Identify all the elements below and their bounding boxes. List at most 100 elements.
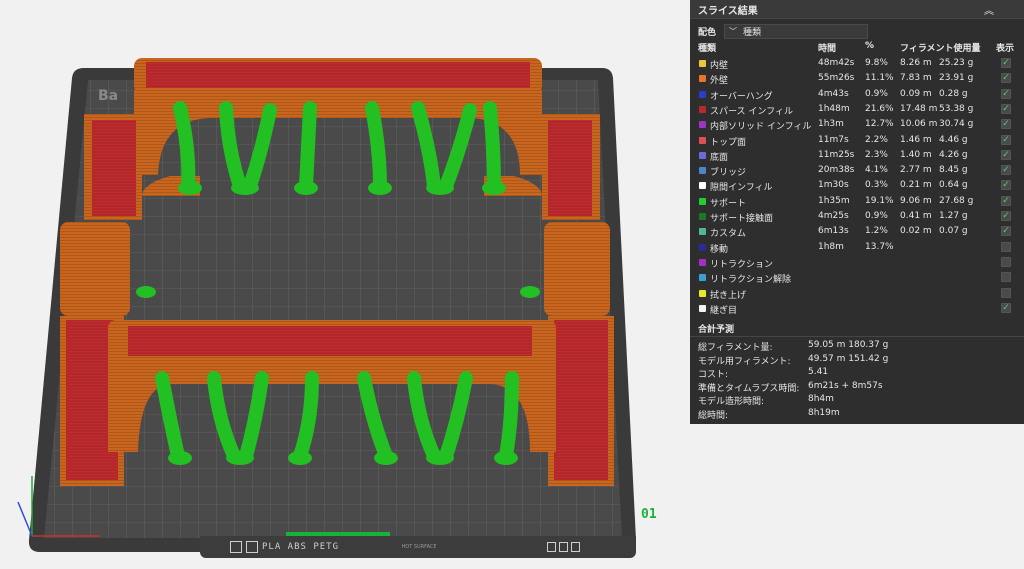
square-icon[interactable] xyxy=(559,542,568,552)
totals-label: 総時間: xyxy=(698,410,729,421)
collapse-icon[interactable]: ︽ xyxy=(984,2,994,17)
feature-time: 1h3m xyxy=(818,119,844,130)
totals-row: モデル造形時間: 8h4m xyxy=(698,394,1018,408)
feature-name: トップ面 xyxy=(710,137,747,148)
feature-meters: 10.06 m xyxy=(900,119,938,130)
totals-row: コスト: 5.41 xyxy=(698,367,1018,381)
totals-value: 49.57 m 151.42 g xyxy=(808,353,889,364)
totals-value: 8h4m xyxy=(808,394,834,404)
color-swatch xyxy=(699,121,706,129)
feature-name: リトラクション xyxy=(710,259,774,270)
feature-name: サポート接触面 xyxy=(710,214,774,224)
show-checkbox[interactable]: ✓ xyxy=(1001,195,1011,206)
color-swatch xyxy=(699,228,706,236)
totals-row: モデル用フィラメント: 49.57 m 151.42 g xyxy=(698,354,1018,368)
color-swatch xyxy=(699,258,706,266)
feature-percent: 19.1% xyxy=(865,195,894,206)
totals-row: 準備とタイムラプス時間: 6m21s + 8m57s xyxy=(698,381,1018,395)
trash-icon-2[interactable] xyxy=(571,542,580,552)
show-checkbox[interactable] xyxy=(1001,241,1011,252)
color-swatch xyxy=(699,274,706,282)
feature-row: リトラクション解除 xyxy=(690,270,1024,285)
totals-label: モデル用フィラメント: xyxy=(698,356,791,367)
header-filament: フィラメント使用量 xyxy=(900,44,981,54)
show-checkbox[interactable]: ✓ xyxy=(1001,73,1011,84)
color-swatch xyxy=(699,136,706,144)
totals-value: 6m21s + 8m57s xyxy=(808,380,883,391)
show-checkbox[interactable] xyxy=(1001,256,1011,267)
feature-name: 移動 xyxy=(710,244,729,255)
color-swatch xyxy=(699,243,706,251)
show-checkbox[interactable]: ✓ xyxy=(1001,149,1011,160)
plate-number[interactable]: 01 xyxy=(641,507,657,522)
header-time: 時間 xyxy=(818,44,837,54)
feature-grams: 53.38 g xyxy=(939,103,974,114)
feature-percent: 11.1% xyxy=(865,73,894,84)
feature-row: 隙間インフィル 1m30s 0.3% 0.21 m 0.64 g ✓ xyxy=(690,178,1024,193)
feature-grams: 27.68 g xyxy=(939,195,974,206)
feature-time: 48m42s xyxy=(818,58,855,68)
totals-value: 5.41 xyxy=(808,367,829,377)
build-plate-scene xyxy=(17,58,636,552)
show-checkbox[interactable]: ✓ xyxy=(1001,103,1011,114)
feature-percent: 13.7% xyxy=(865,241,894,252)
feature-percent: 0.9% xyxy=(865,211,888,221)
feature-meters: 8.26 m xyxy=(900,58,932,68)
show-checkbox[interactable]: ✓ xyxy=(1001,302,1011,313)
feature-grams: 4.46 g xyxy=(939,134,968,145)
show-checkbox[interactable]: ✓ xyxy=(1001,58,1011,68)
panel-title: スライス結果 xyxy=(698,5,758,17)
feature-name: 内部ソリッド インフィル xyxy=(710,122,812,133)
feature-time: 6m13s xyxy=(818,226,849,237)
feature-name: リトラクション解除 xyxy=(710,275,792,286)
show-checkbox[interactable]: ✓ xyxy=(1001,211,1011,221)
color-scheme-select[interactable]: ﹀ 種類 xyxy=(724,23,868,39)
feature-row: ブリッジ 20m38s 4.1% 2.77 m 8.45 g ✓ xyxy=(690,163,1024,178)
show-checkbox[interactable]: ✓ xyxy=(1001,119,1011,130)
color-swatch xyxy=(699,105,706,113)
feature-name: 隙間インフィル xyxy=(710,183,773,194)
feature-time: 4m25s xyxy=(818,211,849,221)
feature-time: 20m38s xyxy=(818,165,855,176)
3d-viewport[interactable]: Ba 01 PLA ABS PETG HOT SURFACE xyxy=(0,0,690,569)
model-left-clip xyxy=(60,222,130,316)
feature-row: 拭き上げ xyxy=(690,286,1024,301)
feature-meters: 1.40 m xyxy=(900,149,932,160)
show-checkbox[interactable] xyxy=(1001,287,1011,298)
feature-grams: 30.74 g xyxy=(939,119,974,130)
feature-meters: 0.02 m xyxy=(900,226,932,237)
feature-time: 1h8m xyxy=(818,241,844,252)
plate-label: Ba xyxy=(98,88,119,104)
feature-time: 4m43s xyxy=(818,88,849,99)
feature-meters: 0.41 m xyxy=(900,211,932,221)
feature-name: 内壁 xyxy=(710,61,729,71)
feature-row: スパース インフィル 1h48m 21.6% 17.48 m 53.38 g ✓ xyxy=(690,102,1024,117)
show-checkbox[interactable]: ✓ xyxy=(1001,88,1011,99)
totals-title: 合計予測 xyxy=(698,325,735,335)
feature-row: 底面 11m25s 2.3% 1.40 m 4.26 g ✓ xyxy=(690,148,1024,163)
totals-row: 総フィラメント量: 59.05 m 180.37 g xyxy=(698,340,1018,354)
logo-icon xyxy=(230,541,242,553)
header-type: 種類 xyxy=(698,44,717,54)
feature-name: 拭き上げ xyxy=(710,290,747,301)
feature-grams: 0.64 g xyxy=(939,180,968,191)
feature-name: 継ぎ目 xyxy=(710,305,738,316)
feature-percent: 21.6% xyxy=(865,103,894,114)
feature-meters: 2.77 m xyxy=(900,165,932,176)
feature-percent: 0.9% xyxy=(865,88,888,99)
show-checkbox[interactable]: ✓ xyxy=(1001,165,1011,176)
trash-icon[interactable] xyxy=(547,542,556,552)
feature-name: 底面 xyxy=(710,152,729,163)
show-checkbox[interactable] xyxy=(1001,272,1011,283)
slice-result-panel: スライス結果 ︽ 配色 ﹀ 種類 種類 時間 % フィラメント使用量 表示 内壁… xyxy=(690,0,1024,424)
color-swatch xyxy=(699,60,706,67)
feature-row: カスタム 6m13s 1.2% 0.02 m 0.07 g ✓ xyxy=(690,224,1024,239)
totals-label: モデル造形時間: xyxy=(698,397,765,407)
show-checkbox[interactable]: ✓ xyxy=(1001,226,1011,237)
show-checkbox[interactable]: ✓ xyxy=(1001,180,1011,191)
color-swatch xyxy=(699,197,706,205)
feature-percent: 1.2% xyxy=(865,226,888,237)
feature-percent: 2.3% xyxy=(865,149,888,160)
show-checkbox[interactable]: ✓ xyxy=(1001,134,1011,145)
feature-time: 55m26s xyxy=(818,73,855,84)
